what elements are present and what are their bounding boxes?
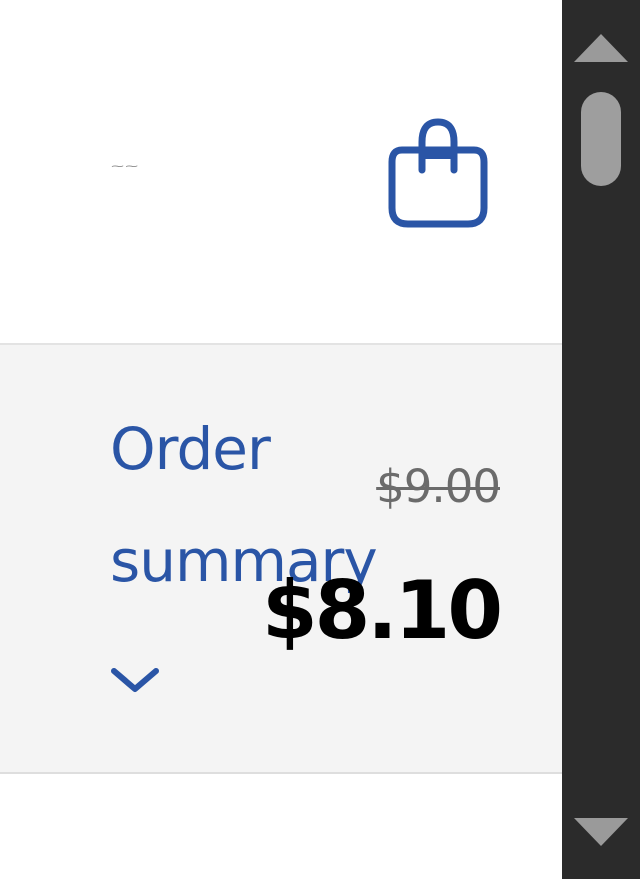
summary-divider: [0, 772, 562, 774]
header: ~~: [0, 0, 562, 340]
header-small-text: ~~: [110, 160, 139, 173]
order-summary-section: Order summary $9.00 $8.10: [0, 345, 562, 772]
scrollbar[interactable]: [562, 0, 640, 879]
page-viewport: ~~ Order summary $9.00 $8.10: [0, 0, 562, 879]
current-price: $8.10: [261, 564, 503, 657]
scroll-down-button[interactable]: [562, 800, 640, 860]
arrow-down-icon: [574, 818, 628, 846]
arrow-up-icon: [574, 34, 628, 62]
original-price: $9.00: [376, 460, 501, 513]
scroll-up-button[interactable]: [562, 20, 640, 80]
scroll-thumb[interactable]: [581, 92, 621, 186]
shopping-bag-icon[interactable]: [386, 116, 490, 230]
chevron-down-icon: [110, 665, 160, 695]
